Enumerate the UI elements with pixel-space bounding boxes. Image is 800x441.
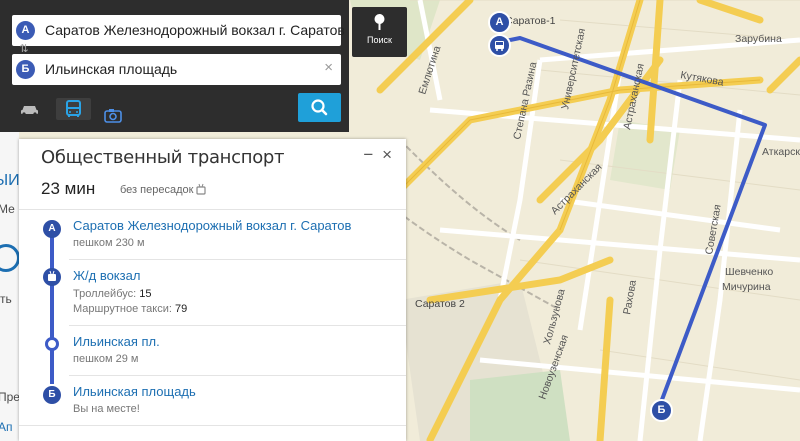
car-icon xyxy=(21,106,38,116)
map-marker-a[interactable]: А xyxy=(488,11,511,34)
search-button[interactable] xyxy=(298,93,341,122)
taxi-route-number[interactable]: 79 xyxy=(175,303,187,315)
route-card: Общественный транспорт − × 23 мин без пе… xyxy=(19,139,406,441)
step-station-name[interactable]: Ж/д вокзал xyxy=(73,268,140,283)
svg-text:Аткарская: Аткарская xyxy=(762,146,800,158)
divider xyxy=(69,375,406,376)
close-icon[interactable]: × xyxy=(382,145,392,164)
map-bus-stop-icon[interactable] xyxy=(488,34,511,57)
divider xyxy=(19,425,406,426)
svg-text:Зарубина: Зарубина xyxy=(735,33,782,45)
from-input[interactable]: Саратов Железнодорожный вокзал г. Сарато… xyxy=(45,22,345,38)
to-input[interactable]: Ильинская площадь xyxy=(45,61,177,77)
poisk-label: Поиск xyxy=(367,35,392,45)
step-a-walk: пешком 230 м xyxy=(73,237,145,249)
left-edge-text-puty: уть xyxy=(0,292,12,306)
card-title: Общественный транспорт xyxy=(41,147,285,168)
step-a-badge: А xyxy=(43,220,61,238)
card-actions: − × xyxy=(363,145,392,165)
left-edge-text-pre: Пре xyxy=(0,390,20,404)
divider xyxy=(69,259,406,260)
minimize-icon[interactable]: − xyxy=(363,145,373,164)
from-badge: А xyxy=(16,21,35,40)
svg-text:Шевченко: Шевченко xyxy=(725,266,773,278)
camera-icon xyxy=(104,109,122,123)
left-edge-panel: ЫИ Ме уть Пре Ап xyxy=(0,132,20,441)
from-field[interactable]: А Саратов Железнодорожный вокзал г. Сара… xyxy=(12,15,345,46)
svg-text:Саратов-1: Саратов-1 xyxy=(505,15,556,27)
divider xyxy=(19,209,406,210)
poisk-button[interactable]: Поиск xyxy=(352,7,407,57)
step-b-note: Вы на месте! xyxy=(73,403,140,415)
left-edge-route-icon xyxy=(0,244,20,272)
route-timeline xyxy=(50,229,54,384)
route-duration: 23 мин xyxy=(41,179,96,198)
left-edge-text-ap: Ап xyxy=(0,420,13,434)
left-edge-text-ily: ЫИ xyxy=(0,172,20,189)
step-stop-dot xyxy=(45,337,59,351)
step-b-name[interactable]: Ильинская площадь xyxy=(73,384,196,399)
clear-icon[interactable]: × xyxy=(324,59,333,76)
step-stop-name[interactable]: Ильинская пл. xyxy=(73,334,160,349)
trolleybus-icon xyxy=(196,183,206,195)
svg-text:Саратов 2: Саратов 2 xyxy=(415,298,465,310)
car-mode-button[interactable] xyxy=(12,98,47,120)
route-search-panel: А Саратов Железнодорожный вокзал г. Сара… xyxy=(0,0,349,132)
bus-icon xyxy=(66,100,81,117)
left-edge-text-me: Ме xyxy=(0,202,15,216)
step-trolleybus-badge xyxy=(43,268,61,286)
transit-mode-button[interactable] xyxy=(56,98,91,120)
svg-text:Мичурина: Мичурина xyxy=(722,281,771,293)
step-a-name[interactable]: Саратов Железнодорожный вокзал г. Сарато… xyxy=(73,218,351,233)
divider xyxy=(69,325,406,326)
step-stop-walk: пешком 29 м xyxy=(73,353,139,365)
step-trolleybus-routes: Троллейбус: 15 xyxy=(73,288,152,300)
search-icon xyxy=(311,99,328,116)
to-field[interactable]: Б Ильинская площадь × xyxy=(12,54,341,85)
route-transfers: без пересадок xyxy=(120,184,194,196)
camera-button[interactable] xyxy=(101,106,125,124)
trolleybus-route-number[interactable]: 15 xyxy=(139,288,151,300)
step-b-badge: Б xyxy=(43,386,61,404)
trolleybus-icon xyxy=(48,270,56,281)
map-pin-icon xyxy=(374,14,385,30)
to-badge: Б xyxy=(16,60,35,79)
step-taxi-routes: Маршрутное такси: 79 xyxy=(73,303,188,315)
map-marker-b[interactable]: Б xyxy=(650,399,673,422)
